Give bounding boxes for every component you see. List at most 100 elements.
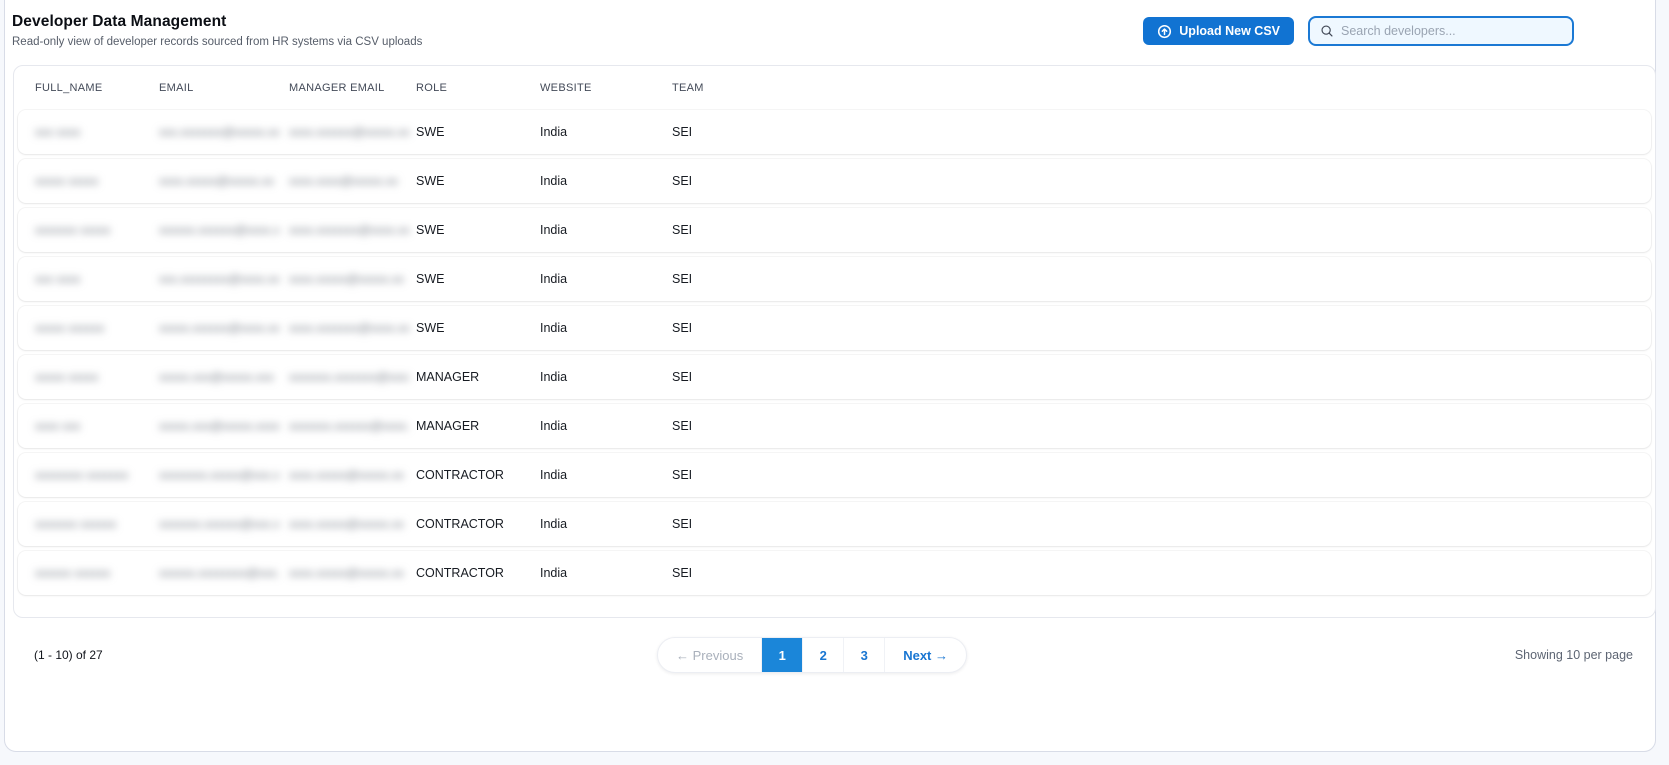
column-header-role: ROLE bbox=[416, 82, 448, 94]
cell-full-name-redacted: xxxxxx xxxxxx bbox=[35, 566, 111, 580]
circle-arrow-up-icon bbox=[1157, 24, 1172, 39]
cell-team: SEI bbox=[672, 125, 693, 139]
cell-email-redacted: xxxxx.xxx@xxxxx.xxxx bbox=[159, 419, 279, 433]
cell-manager-email-redacted: xxxx.xxxxxx@xxxxx.xx bbox=[289, 125, 409, 139]
column-header-website: WEBSITE bbox=[540, 82, 592, 94]
range-label: (1 - 10) of 27 bbox=[34, 648, 103, 662]
cell-email-redacted: xxx.xxxxxxx@xxxxx.xx bbox=[159, 125, 279, 139]
cell-role: CONTRACTOR bbox=[416, 468, 504, 482]
cell-website: India bbox=[540, 566, 568, 580]
cell-manager-email-redacted: xxxx.xxxxxxx@xxxx.xx bbox=[289, 223, 409, 237]
column-header-manager-email: MANAGER EMAIL bbox=[289, 82, 385, 94]
column-header-email: EMAIL bbox=[159, 82, 194, 94]
cell-role: MANAGER bbox=[416, 370, 480, 384]
table-row: xxxxx xxxxxx xxxxx.xxxxxx@xxxx.xx xxxx.x… bbox=[18, 306, 1651, 350]
developer-data-management-page: Developer Data Management Read-only view… bbox=[0, 0, 1669, 765]
toolbar: Upload New CSV bbox=[1143, 16, 1574, 46]
table-row: xxx xxxx xxx.xxxxxxxx@xxxx.xx xxxx.xxxxx… bbox=[18, 257, 1651, 301]
table-row: xxxxx xxxxx xxxxx.xxx@xxxxx.xxx xxxxxxx.… bbox=[18, 355, 1651, 399]
cell-role: CONTRACTOR bbox=[416, 517, 504, 531]
cell-website: India bbox=[540, 370, 568, 384]
cell-email-redacted: xxxxx.xxx@xxxxx.xxx bbox=[159, 370, 274, 384]
cell-email-redacted: xxxxx.xxxxxx@xxxx.xx bbox=[159, 321, 279, 335]
pagination: ← Previous 123 Next → bbox=[657, 637, 967, 673]
cell-team: SEI bbox=[672, 223, 693, 237]
cell-manager-email-redacted: xxxx.xxxxx@xxxxx.xx bbox=[289, 566, 404, 580]
cell-email-redacted: xxx.xxxxxxxx@xxxx.xx bbox=[159, 272, 279, 286]
cell-manager-email-redacted: xxxx.xxxxx@xxxxx.xx bbox=[289, 272, 404, 286]
cell-team: SEI bbox=[672, 174, 693, 188]
page-subtitle: Read-only view of developer records sour… bbox=[12, 36, 423, 48]
table-footer: (1 - 10) of 27 ← Previous 123 Next → Sho… bbox=[13, 636, 1645, 674]
cell-email-redacted: xxxxxxxx.xxxxx@xxx.xx bbox=[159, 468, 279, 482]
content-panel: Developer Data Management Read-only view… bbox=[4, 0, 1656, 752]
cell-role: SWE bbox=[416, 223, 445, 237]
cell-email-redacted: xxxx.xxxxx@xxxxx.xx bbox=[159, 174, 274, 188]
cell-full-name-redacted: xxxxxxx xxxxxx bbox=[35, 517, 117, 531]
upload-new-csv-button[interactable]: Upload New CSV bbox=[1143, 17, 1294, 45]
upload-button-label: Upload New CSV bbox=[1179, 24, 1280, 38]
cell-manager-email-redacted: xxxx.xxxxx@xxxxx.xx bbox=[289, 517, 404, 531]
cell-team: SEI bbox=[672, 321, 693, 335]
cell-team: SEI bbox=[672, 272, 693, 286]
cell-role: SWE bbox=[416, 272, 445, 286]
page-button-3[interactable]: 3 bbox=[843, 638, 884, 672]
cell-manager-email-redacted: xxxx.xxxxxxx@xxxx.xx bbox=[289, 321, 409, 335]
table-row: xxxxxxxx xxxxxxx xxxxxxxx.xxxxx@xxx.xx x… bbox=[18, 453, 1651, 497]
cell-role: SWE bbox=[416, 174, 445, 188]
cell-full-name-redacted: xxx xxxx bbox=[35, 272, 81, 286]
per-page-label: Showing 10 per page bbox=[1514, 648, 1633, 662]
column-header-team: TEAM bbox=[672, 82, 704, 94]
table-row: xxxxxxx xxxxxx xxxxxxx.xxxxxx@xxx.xx xxx… bbox=[18, 502, 1651, 546]
cell-role: SWE bbox=[416, 125, 445, 139]
cell-website: India bbox=[540, 125, 568, 139]
cell-website: India bbox=[540, 223, 568, 237]
cell-full-name-redacted: xxxxxxx xxxxx bbox=[35, 223, 111, 237]
table-row: xxx xxxx xxx.xxxxxxx@xxxxx.xx xxxx.xxxxx… bbox=[18, 110, 1651, 154]
page-button-1[interactable]: 1 bbox=[761, 638, 803, 672]
cell-manager-email-redacted: xxxxxxx.xxxxxx@xxxx.xx bbox=[289, 419, 409, 433]
search-box[interactable] bbox=[1308, 16, 1574, 46]
cell-role: SWE bbox=[416, 321, 445, 335]
search-input[interactable] bbox=[1341, 24, 1562, 38]
table-body: xxx xxxx xxx.xxxxxxx@xxxxx.xx xxxx.xxxxx… bbox=[14, 110, 1655, 595]
table-row: xxxx xxx xxxxx.xxx@xxxxx.xxxx xxxxxxx.xx… bbox=[18, 404, 1651, 448]
cell-role: MANAGER bbox=[416, 419, 480, 433]
table-row: xxxxxx xxxxxx xxxxxx.xxxxxxxx@xxx.xx xxx… bbox=[18, 551, 1651, 595]
cell-full-name-redacted: xxx xxxx bbox=[35, 125, 81, 139]
column-header-full-name: FULL_NAME bbox=[35, 82, 103, 94]
cell-email-redacted: xxxxxxx.xxxxxx@xxx.xx bbox=[159, 517, 279, 531]
cell-full-name-redacted: xxxxx xxxxxx bbox=[35, 321, 105, 335]
cell-website: India bbox=[540, 468, 568, 482]
cell-role: CONTRACTOR bbox=[416, 566, 504, 580]
developers-table-card: FULL_NAME EMAIL MANAGER EMAIL ROLE WEBSI… bbox=[13, 65, 1656, 618]
cell-full-name-redacted: xxxxxxxx xxxxxxx bbox=[35, 468, 129, 482]
cell-team: SEI bbox=[672, 419, 693, 433]
cell-manager-email-redacted: xxxxxxx.xxxxxxx@xxxx.xx bbox=[289, 370, 409, 384]
cell-website: India bbox=[540, 517, 568, 531]
cell-website: India bbox=[540, 419, 568, 433]
cell-manager-email-redacted: xxxx.xxxxx@xxxxx.xx bbox=[289, 468, 404, 482]
page-title: Developer Data Management bbox=[12, 13, 227, 30]
cell-team: SEI bbox=[672, 517, 693, 531]
cell-website: India bbox=[540, 321, 568, 335]
page-header: Developer Data Management Read-only view… bbox=[12, 13, 422, 48]
cell-team: SEI bbox=[672, 566, 693, 580]
table-header-row: FULL_NAME EMAIL MANAGER EMAIL ROLE WEBSI… bbox=[14, 66, 1655, 110]
previous-page-button[interactable]: ← Previous bbox=[658, 638, 761, 672]
cell-email-redacted: xxxxxx.xxxxxx@xxxx.xx bbox=[159, 223, 279, 237]
page-button-2[interactable]: 2 bbox=[802, 638, 843, 672]
cell-full-name-redacted: xxxx xxx bbox=[35, 419, 81, 433]
cell-website: India bbox=[540, 174, 568, 188]
cell-full-name-redacted: xxxxx xxxxx bbox=[35, 174, 99, 188]
cell-team: SEI bbox=[672, 468, 693, 482]
next-page-button[interactable]: Next → bbox=[884, 638, 966, 672]
cell-full-name-redacted: xxxxx xxxxx bbox=[35, 370, 99, 384]
cell-website: India bbox=[540, 272, 568, 286]
cell-email-redacted: xxxxxx.xxxxxxxx@xxx.xx bbox=[159, 566, 279, 580]
table-row: xxxxx xxxxx xxxx.xxxxx@xxxxx.xx xxxx.xxx… bbox=[18, 159, 1651, 203]
cell-manager-email-redacted: xxxx.xxxx@xxxxx.xx bbox=[289, 174, 398, 188]
magnifier-icon bbox=[1320, 24, 1334, 38]
table-row: xxxxxxx xxxxx xxxxxx.xxxxxx@xxxx.xx xxxx… bbox=[18, 208, 1651, 252]
cell-team: SEI bbox=[672, 370, 693, 384]
